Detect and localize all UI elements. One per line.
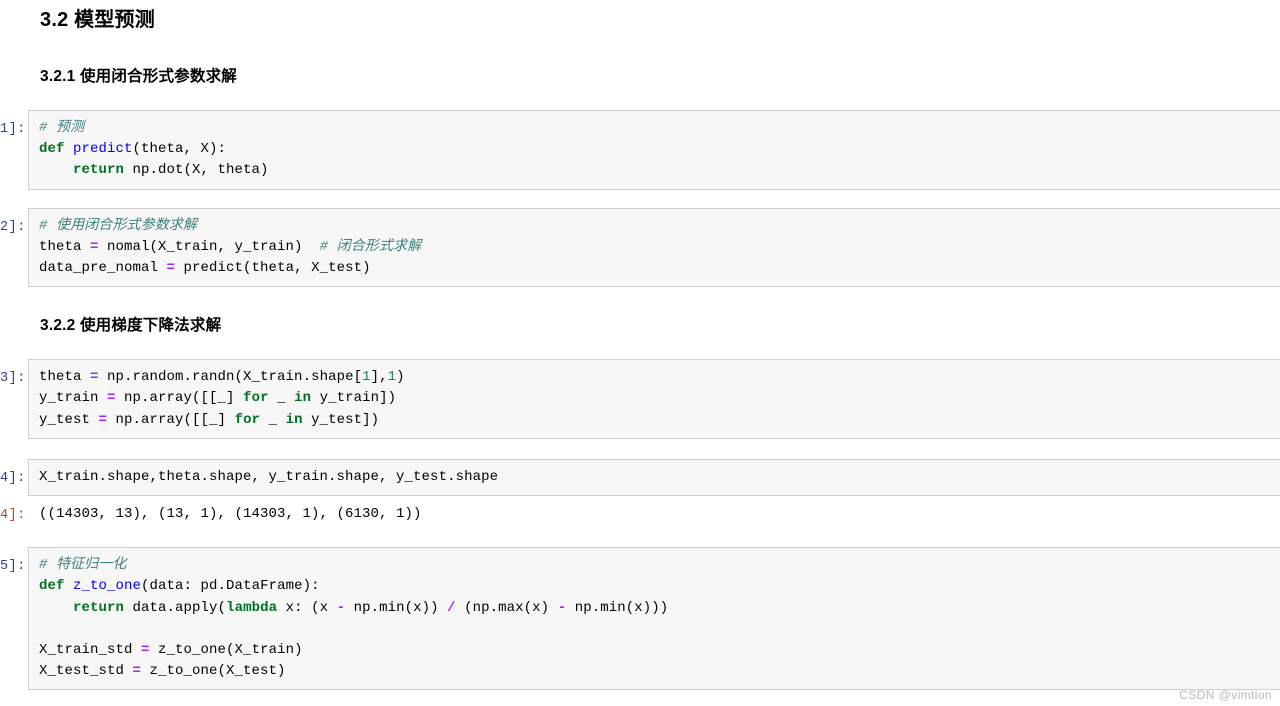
code-text: predict(theta, X_test)	[175, 260, 371, 277]
code-text: X_test_std	[39, 663, 133, 680]
input-prompt-5[interactable]: 5]:	[0, 547, 28, 577]
code-keyword: def	[39, 578, 65, 595]
code-operator: /	[447, 599, 456, 616]
code-number: 1	[362, 369, 371, 386]
code-editor-1[interactable]: # 预测 def predict(theta, X): return np.do…	[28, 110, 1280, 190]
input-prompt-1[interactable]: 1]:	[0, 110, 28, 140]
notebook-cell-4-output: 4]: ((14303, 13), (13, 1), (14303, 1), (…	[0, 502, 1280, 528]
code-comment: # 预测	[39, 120, 85, 136]
code-keyword: in	[294, 390, 312, 407]
code-keyword: for	[234, 411, 261, 428]
output-text-4: ((14303, 13), (13, 1), (14303, 1), (6130…	[39, 506, 422, 523]
code-text: np.min(x)))	[566, 599, 669, 616]
code-content-2: # 使用闭合形式参数求解 theta = nomal(X_train, y_tr…	[39, 216, 1276, 280]
code-comment: # 使用闭合形式参数求解	[39, 217, 198, 234]
code-operator: =	[98, 411, 108, 428]
code-content-5: # 特征归一化 def z_to_one(data: pd.DataFrame)…	[39, 555, 1276, 682]
code-text: data_pre_nomal	[39, 260, 167, 277]
code-keyword: in	[285, 411, 303, 428]
code-text: np.min(x))	[345, 599, 448, 616]
code-text: X_train_std	[39, 642, 142, 659]
code-editor-2[interactable]: # 使用闭合形式参数求解 theta = nomal(X_train, y_tr…	[28, 207, 1280, 288]
code-keyword: return	[73, 162, 125, 179]
code-text: (theta, X):	[132, 141, 227, 158]
page-title: 3.2 模型预测	[40, 9, 155, 31]
code-text: _	[260, 411, 286, 428]
code-number: 1	[387, 369, 397, 386]
code-operator: =	[107, 390, 116, 407]
code-text: ],	[370, 369, 388, 386]
code-keyword: for	[243, 390, 269, 407]
notebook-cell-2[interactable]: 2]: # 使用闭合形式参数求解 theta = nomal(X_train, …	[0, 207, 1280, 288]
output-area-4: ((14303, 13), (13, 1), (14303, 1), (6130…	[28, 502, 1280, 528]
section-heading-main-row: 3.2 模型预测	[0, 2, 1280, 34]
section-heading-3-2-1: 3.2.1 使用闭合形式参数求解	[40, 68, 237, 85]
code-operator: -	[336, 599, 346, 616]
code-text: np.array([[_]	[107, 411, 235, 428]
code-comment: # 特征归一化	[39, 557, 127, 574]
jupyter-notebook-view: 3.2 模型预测 3.2.1 使用闭合形式参数求解 1]: # 预测 def p…	[0, 0, 1280, 706]
code-text: z_to_one(X_train)	[149, 642, 303, 659]
code-operator: =	[90, 369, 99, 386]
notebook-cell-1[interactable]: 1]: # 预测 def predict(theta, X): return n…	[0, 110, 1280, 190]
code-keyword: return	[73, 599, 125, 616]
code-keyword: lambda	[226, 599, 278, 616]
code-text: np.array([[_]	[115, 390, 244, 407]
code-text: data.apply(	[124, 599, 227, 616]
code-text: _	[268, 390, 295, 407]
code-text: y_test])	[302, 411, 380, 428]
notebook-cell-3[interactable]: 3]: theta = np.random.randn(X_train.shap…	[0, 359, 1280, 439]
code-editor-3[interactable]: theta = np.random.randn(X_train.shape[1]…	[28, 359, 1280, 439]
code-text: np.dot(X, theta)	[124, 162, 269, 179]
code-text: nomal(X_train, y_train)	[98, 238, 303, 255]
output-prompt-4: 4]:	[0, 508, 26, 524]
code-operator: =	[166, 260, 176, 277]
code-text: x: (x	[277, 599, 337, 616]
code-text: theta	[39, 238, 91, 255]
code-text: z_to_one(X_test)	[141, 663, 286, 680]
section-heading-3-2-2: 3.2.2 使用梯度下降法求解	[40, 317, 222, 335]
code-content-4: X_train.shape,theta.shape, y_train.shape…	[39, 468, 499, 485]
notebook-cell-5[interactable]: 5]: # 特征归一化 def z_to_one(data: pd.DataFr…	[0, 547, 1280, 691]
code-text: )	[396, 369, 405, 386]
code-text: y_train	[39, 390, 108, 407]
section-heading-3-2-1-row: 3.2.1 使用闭合形式参数求解	[0, 66, 1280, 88]
code-operator: =	[132, 663, 142, 680]
input-prompt-3[interactable]: 3]:	[0, 359, 28, 389]
code-comment: # 闭合形式求解	[319, 238, 422, 255]
code-editor-5[interactable]: # 特征归一化 def z_to_one(data: pd.DataFrame)…	[28, 547, 1280, 691]
code-text: y_test	[39, 411, 99, 428]
code-keyword: def	[39, 141, 65, 158]
section-heading-3-2-2-row: 3.2.2 使用梯度下降法求解	[0, 315, 1280, 337]
watermark-label: CSDN @vimtion	[1179, 688, 1272, 702]
code-text: np.random.randn(X_train.shape[	[98, 369, 363, 386]
watermark-rule	[0, 689, 1280, 690]
code-text: theta	[39, 369, 91, 386]
input-prompt-4[interactable]: 4]:	[0, 459, 28, 489]
code-text: (data: pd.DataFrame):	[141, 578, 320, 595]
notebook-cell-4[interactable]: 4]: X_train.shape,theta.shape, y_train.s…	[0, 458, 1280, 497]
input-prompt-2[interactable]: 2]:	[0, 208, 28, 238]
code-function-name: predict	[73, 141, 133, 158]
code-operator: -	[557, 599, 567, 616]
code-function-name: z_to_one	[73, 578, 142, 595]
code-content-1: # 预测 def predict(theta, X): return np.do…	[39, 118, 1276, 182]
code-text: (np.max(x)	[455, 599, 558, 616]
code-content-3: theta = np.random.randn(X_train.shape[1]…	[39, 367, 1276, 431]
code-operator: =	[141, 642, 150, 659]
code-editor-4[interactable]: X_train.shape,theta.shape, y_train.shape…	[28, 458, 1280, 497]
code-operator: =	[90, 238, 99, 255]
code-text: y_train])	[311, 390, 397, 407]
